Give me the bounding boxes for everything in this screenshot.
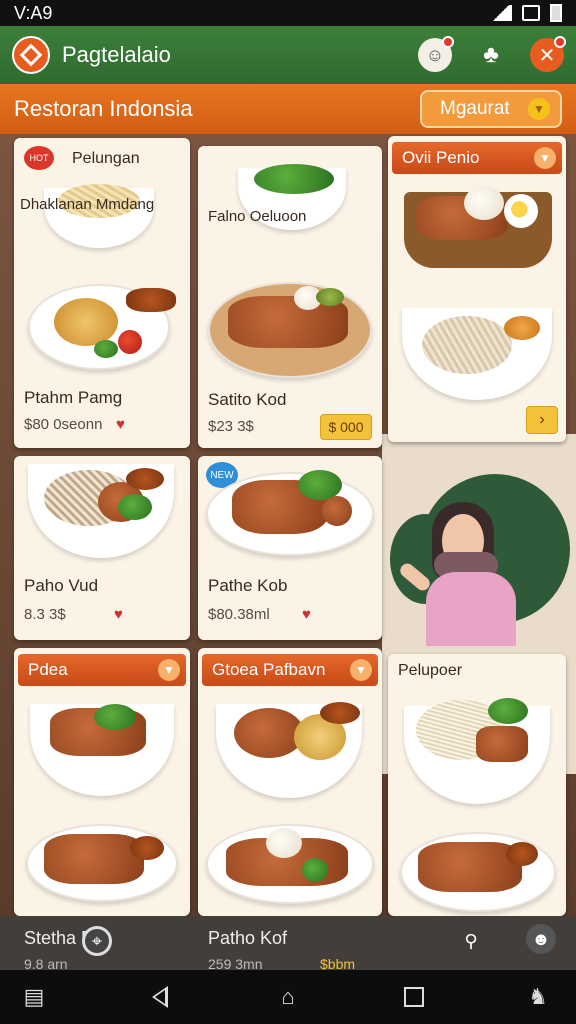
status-time: V:A9 — [14, 2, 53, 23]
dish-image — [126, 468, 164, 490]
notification-dot — [554, 36, 566, 48]
menu-card-icon[interactable]: ▤ — [14, 977, 54, 1017]
dish-image — [54, 298, 118, 346]
overlay-dish-name: Patho Kof — [208, 928, 288, 948]
card-title: Gtoea Pafbavn — [212, 660, 326, 679]
battery-icon — [550, 4, 562, 22]
dish-image — [506, 842, 538, 866]
card-title: Ovii Penio — [402, 148, 480, 167]
dish-price: $23 3$ — [208, 418, 254, 435]
dish-name: Paho Vud — [24, 576, 99, 595]
home-icon[interactable]: ⌂ — [268, 977, 308, 1017]
dish-image — [316, 288, 344, 306]
wifi-icon — [522, 5, 540, 21]
dish-image — [320, 702, 360, 724]
menu-grid: HOT Pelungan Dhaklanan Mmdang Ptahm Pamg… — [0, 134, 576, 916]
bottom-overlay-bar: Stetha Pm 9.8 arn ⌖ Patho Kof 259 3mn $b… — [0, 916, 576, 972]
person-icon[interactable]: ♣ — [474, 38, 508, 72]
chevron-down-icon: ▼ — [528, 98, 550, 120]
dish-image — [126, 288, 176, 312]
app-bar: Pagtelalaio ☺ ♣ ✕ — [0, 26, 576, 84]
dish-image — [488, 698, 528, 724]
menu-card[interactable]: Pdea ▼ — [14, 648, 190, 916]
dish-image — [476, 726, 528, 762]
dish-image — [322, 496, 352, 526]
notification-icon[interactable]: ☻ — [526, 924, 556, 954]
heart-icon[interactable]: ♥ — [114, 606, 130, 623]
chevron-down-icon[interactable]: ▼ — [534, 147, 556, 169]
dish-image — [94, 704, 136, 730]
card-header: Ovii Penio ▼ — [392, 142, 562, 174]
chevron-right-icon[interactable]: › — [526, 406, 558, 434]
face-icon[interactable]: ☺ — [418, 36, 454, 72]
dish-image — [422, 316, 512, 374]
dish-image — [504, 316, 540, 340]
dish-price: $80.38ml — [208, 606, 270, 623]
card-title: Pelupoer — [398, 662, 463, 679]
dish-name: Satito Kod — [208, 390, 287, 409]
chevron-down-icon[interactable]: ▼ — [350, 659, 372, 681]
menu-card[interactable]: Gtoea Pafbavn ▼ — [198, 648, 382, 916]
dish-image — [464, 186, 504, 220]
heart-icon[interactable]: ♥ — [302, 606, 318, 623]
menu-card[interactable]: NEW Pathe Kob $80.38ml ♥ — [198, 456, 382, 640]
card-header: Pdea ▼ — [18, 654, 186, 686]
restaurant-header: Restoran Indonsia Mgaurat ▼ — [0, 84, 576, 134]
menu-card[interactable]: Pelupoer — [388, 654, 566, 916]
dish-image — [130, 836, 164, 860]
app-title: Pagtelalaio — [62, 42, 171, 67]
recent-apps-icon[interactable] — [394, 977, 434, 1017]
card-title: Pdea — [28, 660, 68, 679]
dish-image — [504, 194, 538, 228]
dish-price: 8.3 3$ — [24, 606, 66, 623]
location-pin-icon[interactable]: ⌖ — [82, 926, 112, 956]
dish-name: Pathe Kob — [208, 576, 288, 595]
back-icon[interactable] — [140, 977, 180, 1017]
dish-price: $80 0seonn — [24, 416, 103, 433]
status-bar: V:A9 — [0, 0, 576, 26]
restaurant-title: Restoran Indonsia — [14, 96, 193, 121]
logo-diamond-icon[interactable] — [12, 36, 50, 74]
dish-image — [94, 340, 118, 358]
price-button[interactable]: $ 000 — [320, 414, 372, 440]
menu-card[interactable]: Ovii Penio ▼ › — [388, 136, 566, 442]
dish-image — [302, 858, 328, 882]
hot-badge: HOT — [24, 146, 54, 170]
assistant-icon[interactable]: ♞ — [518, 977, 558, 1017]
dish-name: Ptahm Pamg — [24, 388, 123, 407]
menu-card[interactable]: Falno Oeluoon Satito Kod $23 3$ $ 000 — [198, 146, 382, 448]
signal-icon — [490, 5, 512, 21]
waitress-illustration — [390, 474, 576, 646]
card-subtitle: Dhaklanan Mmdang — [20, 196, 155, 213]
menu-card[interactable]: HOT Pelungan Dhaklanan Mmdang Ptahm Pamg… — [14, 138, 190, 448]
card-title: Pelungan — [72, 150, 140, 167]
system-nav-bar: ▤ ⌂ ♞ — [0, 970, 576, 1024]
card-title: Falno Oeluoon — [208, 208, 307, 225]
dish-image — [44, 834, 144, 884]
menu-card[interactable]: Paho Vud 8.3 3$ ♥ — [14, 456, 190, 640]
sort-button[interactable]: Mgaurat ▼ — [420, 90, 562, 128]
close-icon[interactable]: ✕ — [530, 36, 566, 72]
dish-image — [254, 164, 334, 194]
dish-image — [266, 828, 302, 858]
dish-image — [118, 494, 152, 520]
status-icons — [490, 4, 562, 22]
sort-button-label: Mgaurat — [440, 98, 510, 119]
notification-dot — [442, 36, 454, 48]
card-header: Gtoea Pafbavn ▼ — [202, 654, 378, 686]
dish-image — [118, 330, 142, 354]
chevron-down-icon[interactable]: ▼ — [158, 659, 180, 681]
search-icon[interactable]: ⚲ — [456, 926, 486, 956]
heart-icon[interactable]: ♥ — [116, 416, 132, 433]
